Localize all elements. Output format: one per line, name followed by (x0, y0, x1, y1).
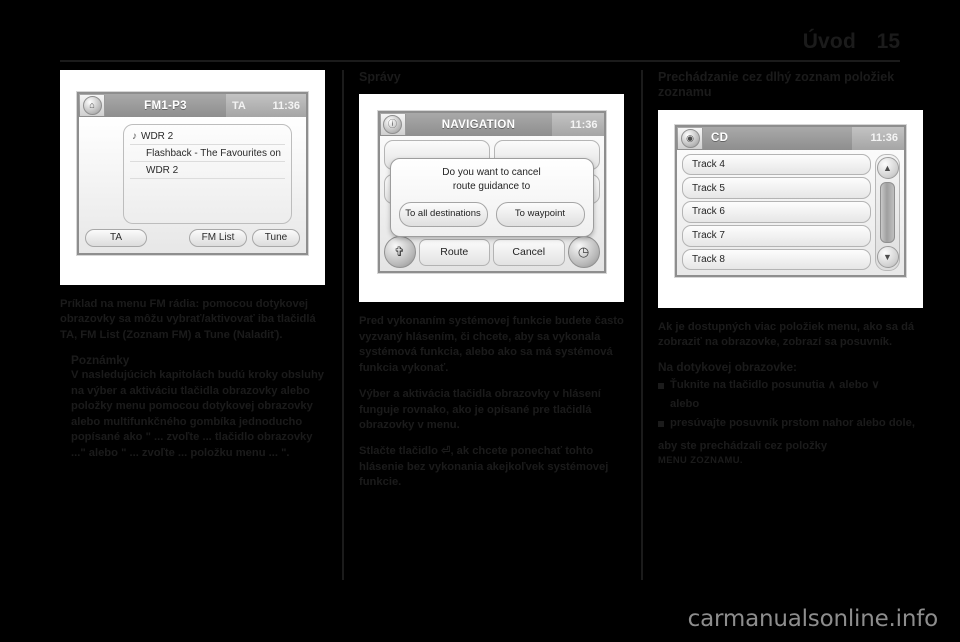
fm-status-area: TA 11:36 (226, 94, 306, 117)
fm-line-radiotext: Flashback - The Favourites on (130, 145, 285, 162)
figure-cd-list: ◉ CD 11:36 Track 4 Track 5 Track 6 Track… (658, 109, 923, 308)
watermark: carmanualsonline.info (687, 606, 939, 632)
col1-note-block: Poznámky V nasledujúcich kapitolách budú… (71, 353, 325, 461)
fm-titlebar: ⌂ FM1-P3 TA 11:36 (79, 94, 306, 117)
col2-heading: Správy (359, 70, 401, 84)
col3-or-text: alebo (670, 397, 700, 410)
scroll-thumb[interactable] (880, 181, 895, 243)
page-header: Úvod 15 (60, 14, 900, 54)
col3-heading: Prechádzanie cez dlhý zoznam položiek zo… (658, 70, 895, 100)
chevron-down-icon[interactable]: ▼ (876, 245, 899, 268)
list-item[interactable]: Track 7 (682, 224, 871, 247)
fm-body: ♪ WDR 2 Flashback - The Favourites on WD… (79, 117, 306, 253)
fm-clock: 11:36 (272, 99, 300, 112)
to-all-destinations-button[interactable]: To all destinations (398, 201, 488, 227)
compass-north-icon[interactable]: ✞ (383, 236, 416, 269)
fm-station-name-2: WDR 2 (146, 164, 179, 176)
col3-bullet-1-text: Ťuknite na tlačidlo posunutia ∧ alebo ∨ (670, 379, 880, 392)
nav-title-label: NAVIGATION (441, 118, 516, 131)
scrollbar[interactable]: ▲ ▼ (875, 153, 900, 271)
col2-paragraph-2: Výber a aktivácia tlačidla obrazovky v h… (359, 388, 601, 431)
music-note-icon: ♪ (132, 130, 137, 142)
bullet-square-icon (658, 421, 664, 428)
route-button[interactable]: Route (418, 238, 490, 266)
col2-paragraph-1: Pred vykonaním systémovej funkcie budete… (359, 315, 624, 374)
cd-disc-icon[interactable]: ◉ (678, 127, 703, 149)
nav-body: ✞ Route Cancel ◷ Do you want to cancel r… (379, 136, 604, 272)
cd-track-list: Track 4 Track 5 Track 6 Track 7 Track 8 (682, 153, 871, 271)
cd-status-area: 11:36 (852, 126, 904, 150)
fm-line-station: ♪ WDR 2 (130, 128, 285, 145)
dialog-line-2: route guidance to (452, 181, 531, 193)
fm-station-name: WDR 2 (141, 130, 174, 142)
col3-sub-heading: Na dotykovej obrazovke: (658, 360, 797, 375)
page-number: 15 (876, 30, 900, 53)
figure-navigation: ⓘ NAVIGATION 11:36 ✞ Route Cancel ◷ Do y… (359, 94, 624, 303)
page-title: Úvod (802, 30, 856, 53)
col3-closing-text: aby ste prechádzali cez položky (658, 439, 828, 452)
fm-title-label: FM1-P3 (144, 99, 187, 112)
cd-titlebar: ◉ CD 11:36 (677, 126, 904, 150)
col3-closing-smallcaps: MENU ZOZNAMU. (658, 454, 743, 466)
column-divider-1 (342, 70, 344, 580)
nav-status-area: 11:36 (551, 113, 604, 137)
home-icon[interactable]: ⌂ (80, 95, 105, 116)
header-rule (60, 60, 900, 62)
page-footer: carmanualsonline.info (0, 590, 960, 642)
tune-button[interactable]: Tune (252, 229, 300, 247)
manual-page: Úvod 15 ⌂ FM1-P3 TA 11:36 ♪ WDR 2 Flashb… (0, 0, 960, 642)
col3-bullet-2: presúvajte posuvník prstom nahor alebo d… (658, 416, 923, 431)
fm-info-panel: ♪ WDR 2 Flashback - The Favourites on WD… (123, 124, 292, 224)
column-3: Prechádzanie cez dlhý zoznam položiek zo… (641, 70, 923, 580)
ta-indicator: TA (232, 99, 246, 112)
col3-paragraph-1: Ak je dostupných viac položiek menu, ako… (658, 320, 915, 348)
figure-fm-radio: ⌂ FM1-P3 TA 11:36 ♪ WDR 2 Flashback - Th… (60, 70, 325, 285)
ta-button[interactable]: TA (85, 229, 147, 247)
col3-bullet-1: Ťuknite na tlačidlo posunutia ∧ alebo ∨ (658, 378, 923, 393)
list-item[interactable]: Track 8 (682, 248, 871, 271)
column-1: ⌂ FM1-P3 TA 11:36 ♪ WDR 2 Flashback - Th… (60, 70, 325, 580)
fm-line-station-2: WDR 2 (130, 162, 285, 179)
fm-list-button[interactable]: FM List (189, 229, 247, 247)
nav-bottom-bar: ✞ Route Cancel ◷ (383, 236, 600, 269)
list-item[interactable]: Track 4 (682, 153, 871, 176)
column-2: Správy ⓘ NAVIGATION 11:36 ✞ Route Cancel… (342, 70, 624, 580)
cd-clock: 11:36 (870, 132, 898, 144)
column-divider-2 (641, 70, 643, 580)
to-waypoint-button[interactable]: To waypoint (495, 201, 585, 227)
dialog-line-1: Do you want to cancel (442, 167, 541, 179)
list-item[interactable]: Track 6 (682, 201, 871, 223)
col1-paragraph-2: V nasledujúcich kapitolách budú kroky ob… (71, 369, 325, 459)
chevron-up-icon[interactable]: ▲ (876, 156, 899, 179)
col2-paragraph-3: Stlačte tlačidlo ⏎, ak chcete ponechať t… (359, 445, 609, 489)
cd-list-screen: ◉ CD 11:36 Track 4 Track 5 Track 6 Track… (675, 124, 906, 277)
clock-icon[interactable]: ◷ (567, 236, 600, 269)
fm-radio-screen: ⌂ FM1-P3 TA 11:36 ♪ WDR 2 Flashback - Th… (77, 92, 308, 255)
fm-radiotext: Flashback - The Favourites on (146, 147, 281, 159)
bullet-square-icon (658, 383, 664, 390)
nav-titlebar: ⓘ NAVIGATION 11:36 (379, 113, 604, 137)
dialog-button-row: To all destinations To waypoint (398, 201, 585, 227)
cd-title-label: CD (711, 132, 729, 144)
list-item[interactable]: Track 5 (682, 177, 871, 200)
info-icon[interactable]: ⓘ (380, 114, 406, 136)
col1-paragraph-1: Príklad na menu FM rádia: pomocou dotyko… (60, 298, 316, 341)
fm-line-empty (130, 179, 285, 195)
navigation-screen: ⓘ NAVIGATION 11:36 ✞ Route Cancel ◷ Do y… (377, 111, 606, 274)
nav-clock: 11:36 (569, 118, 598, 131)
fm-button-row: TA FM List Tune (85, 229, 300, 247)
cancel-button[interactable]: Cancel (493, 238, 565, 266)
column-layout: ⌂ FM1-P3 TA 11:36 ♪ WDR 2 Flashback - Th… (60, 70, 923, 580)
nav-confirm-dialog: Do you want to cancel route guidance to … (389, 158, 594, 237)
cd-body: Track 4 Track 5 Track 6 Track 7 Track 8 … (677, 149, 904, 275)
col1-sub-heading: Poznámky (71, 353, 130, 368)
col3-bullet-2-text: presúvajte posuvník prstom nahor alebo d… (670, 417, 915, 430)
